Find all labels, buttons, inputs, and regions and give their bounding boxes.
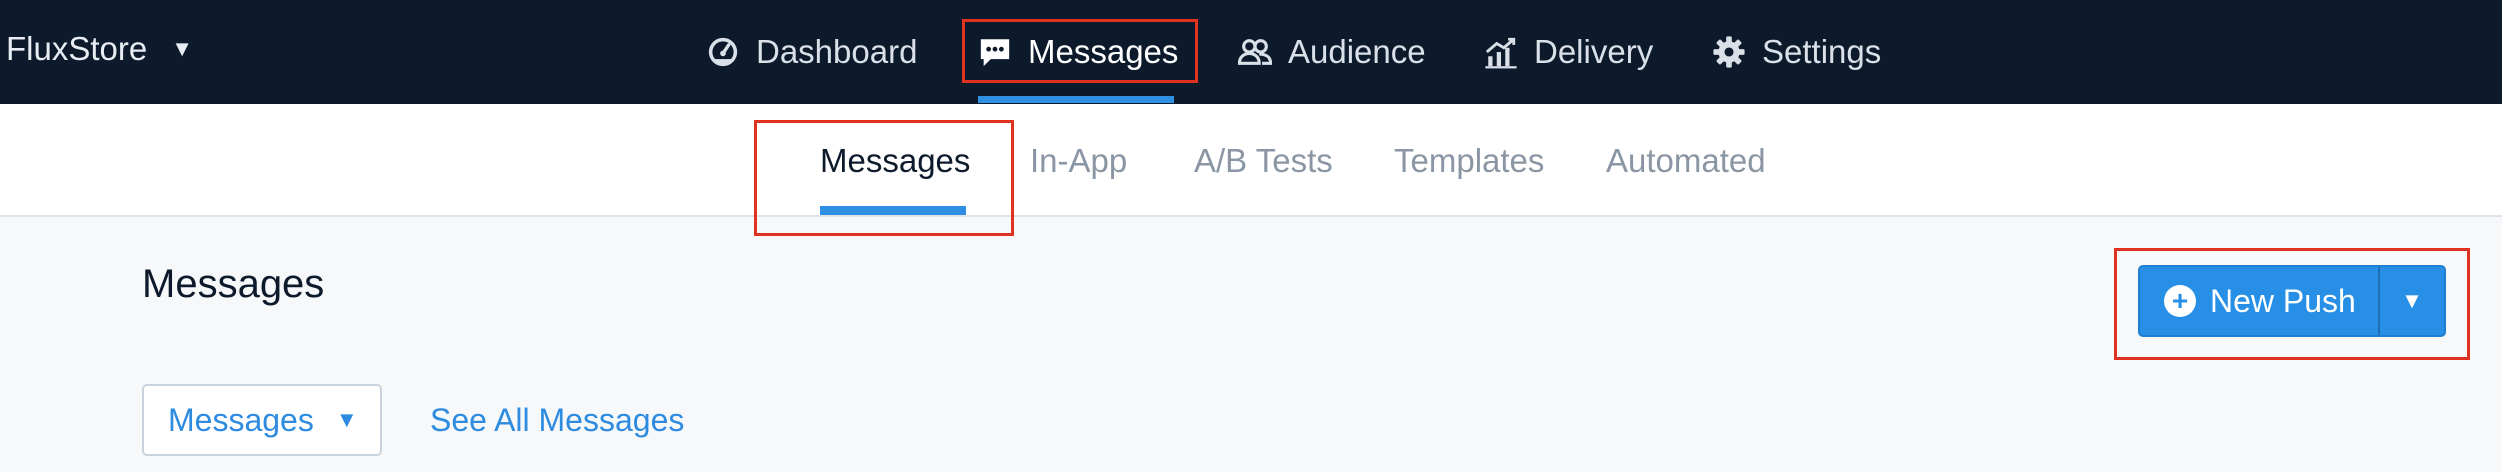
nav-item-delivery[interactable]: Delivery (1484, 0, 1653, 104)
brand-name: FluxStore (6, 30, 148, 67)
tab-ab-tests[interactable]: A/B Tests (1194, 104, 1333, 217)
tab-templates[interactable]: Templates (1394, 104, 1544, 217)
page-title: Messages (142, 262, 325, 306)
annotation-box-new-push (2114, 248, 2470, 360)
chart-icon (1485, 37, 1517, 69)
caret-down-icon: ▼ (171, 36, 193, 61)
select-value: Messages (168, 401, 314, 438)
see-all-messages-link[interactable]: See All Messages (430, 384, 684, 456)
nav-item-label: Dashboard (756, 33, 918, 70)
nav-item-audience[interactable]: Audience (1238, 0, 1426, 104)
annotation-box-tab-messages (754, 120, 1014, 236)
tab-automated[interactable]: Automated (1606, 104, 1766, 217)
annotation-box-nav-messages (962, 19, 1198, 83)
active-nav-indicator (978, 96, 1174, 103)
tab-label: In-App (1030, 141, 1128, 179)
gear-icon (1713, 36, 1745, 68)
nav-item-label: Settings (1762, 33, 1882, 70)
brand-switcher[interactable]: FluxStore ▼ (6, 0, 193, 98)
nav-item-label: Audience (1288, 33, 1426, 70)
tab-in-app[interactable]: In-App (1030, 104, 1127, 217)
users-icon (1238, 39, 1272, 65)
nav-item-label: Delivery (1534, 33, 1654, 70)
nav-item-dashboard[interactable]: Dashboard (706, 0, 917, 104)
tab-label: A/B Tests (1194, 141, 1333, 179)
tab-label: Automated (1606, 141, 1766, 179)
nav-item-settings[interactable]: Settings (1712, 0, 1881, 104)
gauge-icon (708, 37, 738, 67)
message-type-select[interactable]: Messages ▼ (142, 384, 382, 456)
caret-down-icon: ▼ (335, 407, 358, 432)
tab-label: Templates (1394, 141, 1545, 179)
